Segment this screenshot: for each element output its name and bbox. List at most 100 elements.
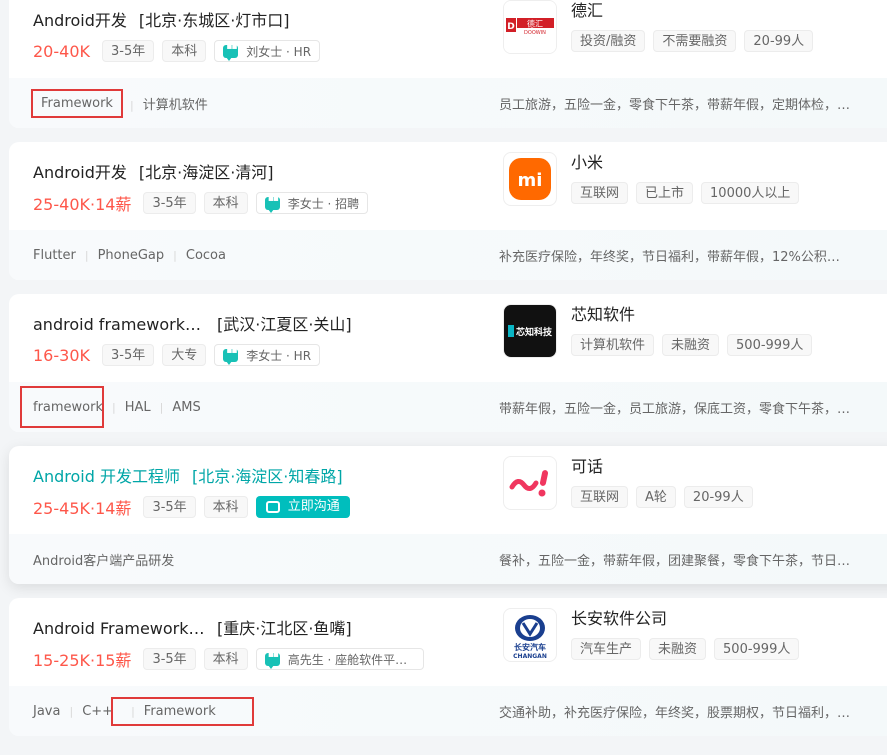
experience-tag: 3-5年	[101, 40, 155, 62]
skill-tag: C++	[60, 704, 113, 719]
highlight-box	[20, 386, 104, 428]
company-tag: 20-99人	[744, 30, 814, 52]
job-card[interactable]: Android开发 [北京·东城区·灯市口] 20-40K 3-5年 本科 刘女…	[9, 0, 887, 128]
skill-tag: Flutter	[33, 247, 76, 263]
company-tag: A轮	[636, 486, 676, 508]
salary: 16-30K	[33, 345, 90, 365]
recruiter-info[interactable]: 李女士 · HR	[214, 344, 321, 366]
job-card[interactable]: android framework框… [武汉·江夏区·关山] 16-30K 3…	[9, 294, 887, 432]
job-title[interactable]: Android开发 [北京·东城区·灯市口]	[33, 10, 290, 32]
job-info: 20-40K 3-5年 本科 刘女士 · HR	[33, 40, 321, 62]
skill-tag: Framework	[111, 696, 254, 726]
job-title[interactable]: Android开发 [北京·海淀区·清河]	[33, 162, 274, 184]
company-logo[interactable]: 芯知科技	[503, 304, 557, 358]
welfare-text: 餐补，五险一金，带薪年假，团建聚餐，零食下午茶，节日…	[499, 553, 851, 569]
welfare-text: 补充医疗保险，年终奖，节日福利，带薪年假，12%公积金…	[499, 249, 851, 265]
degree-tag: 本科	[203, 496, 248, 518]
logo-text: 芯知科技	[516, 326, 553, 338]
job-title[interactable]: Android Framework开… [重庆·江北区·鱼嘴]	[33, 618, 352, 640]
welfare-text: 员工旅游，五险一金，零食下午茶，带薪年假，定期体检，…	[499, 97, 851, 113]
job-description: Android客户端产品研发	[33, 534, 174, 584]
description-text: Android客户端产品研发	[33, 553, 175, 569]
chat-now-label: 立即沟通	[287, 499, 340, 514]
experience-tag: 3-5年	[143, 192, 196, 214]
job-title[interactable]: android framework框… [武汉·江夏区·关山]	[33, 314, 352, 336]
company-tag: 500-999人	[714, 638, 800, 660]
logo-text: mi	[518, 170, 543, 191]
company-tag: 20-99人	[683, 486, 753, 508]
company-tags: 互联网 已上市 10000人以上	[571, 182, 807, 204]
skill-tags: Framework 计算机软件	[31, 78, 208, 128]
recruiter-name: 刘女士 · HR	[246, 44, 312, 59]
chat-now-button[interactable]: 立即沟通	[255, 496, 350, 518]
job-info: 25-40K·14薪 3-5年 本科 李女士 · 招聘	[33, 192, 369, 214]
company-logo-image: 芯知科技	[504, 305, 556, 357]
company-tag: 汽车生产	[571, 638, 642, 660]
welfare-info: 交通补助，补充医疗保险，年终奖，股票期权，节日福利，…	[499, 686, 851, 736]
company-name[interactable]: 德汇	[571, 0, 603, 22]
company-name[interactable]: 长安软件公司	[571, 608, 667, 630]
degree-tag: 本科	[162, 40, 207, 62]
job-card[interactable]: Android Framework开… [重庆·江北区·鱼嘴] 15-25K·1…	[9, 598, 887, 736]
company-logo[interactable]: 长安汽车 CHANGAN	[503, 608, 557, 662]
recruiter-info[interactable]: 刘女士 · HR	[214, 40, 321, 62]
job-name[interactable]: Android 开发工程师	[33, 466, 180, 488]
welfare-text: 交通补助，补充医疗保险，年终奖，股票期权，节日福利，…	[499, 705, 851, 721]
chat-icon	[264, 194, 280, 213]
company-tag: 10000人以上	[701, 182, 800, 204]
experience-tag: 3-5年	[143, 648, 196, 670]
company-tag: 计算机软件	[571, 334, 655, 356]
job-area: [北京·海淀区·清河]	[138, 163, 274, 182]
job-card[interactable]: Android 开发工程师 [北京·海淀区·知春路] 25-45K·14薪 3-…	[9, 446, 887, 584]
job-name[interactable]: android framework框…	[33, 314, 205, 336]
recruiter-info[interactable]: 高先生 · 座舱软件平台…	[255, 648, 424, 670]
welfare-text: 带薪年假，五险一金，员工旅游，保底工资，零食下午茶，…	[499, 401, 851, 417]
job-info: 25-45K·14薪 3-5年 本科 立即沟通	[33, 496, 350, 518]
job-name[interactable]: Android开发	[33, 10, 127, 32]
job-area: [重庆·江北区·鱼嘴]	[217, 619, 352, 638]
recruiter-name: 李女士 · 招聘	[287, 196, 360, 211]
salary: 25-45K·14薪	[33, 499, 132, 518]
recruiter-info[interactable]: 李女士 · 招聘	[255, 192, 369, 214]
company-name[interactable]: 小米	[571, 152, 603, 174]
company-name[interactable]: 芯知软件	[571, 304, 635, 326]
job-info: 16-30K 3-5年 大专 李女士 · HR	[33, 344, 321, 366]
skill-tag: Framework	[31, 88, 123, 118]
recruiter-name: 高先生 · 座舱软件平台…	[287, 652, 415, 667]
salary: 20-40K	[33, 41, 90, 61]
recruiter-name: 李女士 · HR	[246, 348, 312, 363]
job-card[interactable]: Android开发 [北京·海淀区·清河] 25-40K·14薪 3-5年 本科…	[9, 142, 887, 280]
logo-text: 德汇	[527, 19, 543, 29]
salary: 25-40K·14薪	[33, 195, 132, 214]
logo-text: 长安汽车	[514, 642, 546, 652]
company-tag: 互联网	[571, 486, 629, 508]
company-logo[interactable]: mi	[503, 152, 557, 206]
job-area: [北京·海淀区·知春路]	[191, 467, 343, 486]
company-logo[interactable]	[503, 456, 557, 510]
welfare-info: 补充医疗保险，年终奖，节日福利，带薪年假，12%公积金…	[499, 230, 851, 280]
job-area: [武汉·江夏区·关山]	[217, 315, 352, 334]
job-title[interactable]: Android 开发工程师 [北京·海淀区·知春路]	[33, 466, 343, 488]
company-tags: 互联网 A轮 20-99人	[571, 486, 761, 508]
welfare-info: 带薪年假，五险一金，员工旅游，保底工资，零食下午茶，…	[499, 382, 851, 432]
skill-tags: Flutter PhoneGap Cocoa	[33, 230, 226, 280]
experience-tag: 3-5年	[101, 344, 155, 366]
company-logo[interactable]: D 德汇 DOOWIN	[503, 0, 557, 54]
skill-tag: 计算机软件	[121, 94, 208, 113]
salary: 15-25K·15薪	[33, 651, 132, 670]
chat-icon	[264, 650, 280, 669]
company-name[interactable]: 可话	[571, 456, 603, 478]
skill-tag: PhoneGap	[76, 248, 165, 263]
job-info: 15-25K·15薪 3-5年 本科 高先生 · 座舱软件平台…	[33, 648, 424, 670]
experience-tag: 3-5年	[143, 496, 196, 518]
company-logo-image	[509, 470, 549, 497]
skill-tags: Java C++ Framework	[33, 686, 254, 736]
company-tag: 不需要融资	[653, 30, 737, 52]
company-logo-image: mi	[509, 158, 551, 200]
degree-tag: 本科	[203, 648, 248, 670]
welfare-info: 餐补，五险一金，带薪年假，团建聚餐，零食下午茶，节日…	[499, 534, 851, 584]
job-name[interactable]: Android Framework开…	[33, 618, 205, 640]
company-tag: 投资/融资	[571, 30, 646, 52]
job-name[interactable]: Android开发	[33, 162, 127, 184]
chat-icon	[223, 42, 239, 61]
